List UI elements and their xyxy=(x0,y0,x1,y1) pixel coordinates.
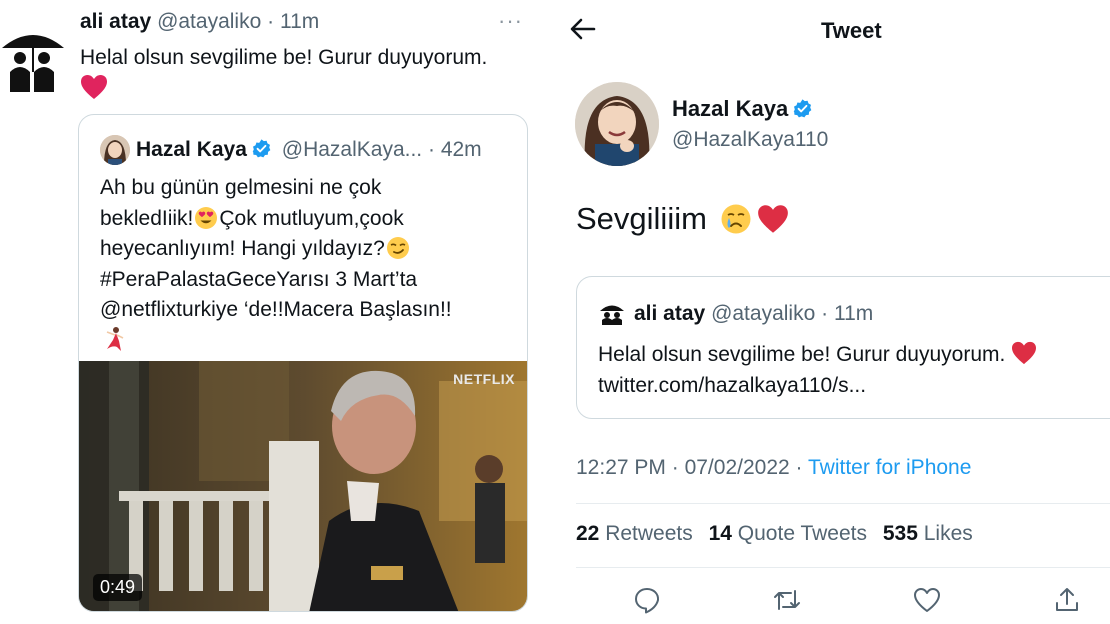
likes-label: Likes xyxy=(923,522,973,545)
retweets-count: 22 xyxy=(576,522,600,545)
separator: · xyxy=(427,138,435,161)
separator: · xyxy=(795,456,803,479)
retweets-label: Retweets xyxy=(605,522,693,545)
like-icon[interactable] xyxy=(912,585,942,615)
hazal-kaya-avatar[interactable] xyxy=(100,135,130,165)
separator: · xyxy=(671,456,679,479)
quoted-line-text: Helal olsun sevgilime be! Gurur duyuyoru… xyxy=(598,343,1006,366)
separator: · xyxy=(821,302,829,325)
author-handle[interactable]: @HazalKaya110 xyxy=(672,128,828,152)
quote-tweets-count: 14 xyxy=(708,522,732,545)
quoted-line-text: heyecanlıyıım! Hangi yıldayız? xyxy=(100,237,385,260)
tweet-text: Sevgiliiim xyxy=(576,201,790,237)
quoted-line: bekledIiik! Çok mutluyum,çook xyxy=(100,204,520,235)
quoted-line-text: bekledIiik! xyxy=(100,206,194,230)
retweets-stat[interactable]: 22 Retweets xyxy=(576,522,693,545)
author-name-text[interactable]: Hazal Kaya xyxy=(672,96,788,121)
ali-atay-avatar[interactable] xyxy=(599,299,625,325)
quoted-author-handle[interactable]: @atayaliko xyxy=(711,302,815,325)
left-screenshot: ali atay @atayaliko · 11m ··· Helal olsu… xyxy=(0,0,548,624)
smirking-face-emoji-icon xyxy=(386,236,410,260)
woman-dancing-emoji-icon xyxy=(101,325,129,353)
likes-stat[interactable]: 535 Likes xyxy=(883,522,973,545)
quoted-tweet-text: Ah bu günün gelmesini ne çok bekledIiik!… xyxy=(100,173,520,326)
quoted-author-handle[interactable]: @HazalKaya... xyxy=(282,138,422,161)
tweet-text: Helal olsun sevgilime be! Gurur duyuyoru… xyxy=(80,46,488,69)
video-player[interactable]: NETFLIX 0:49 xyxy=(79,361,527,611)
quoted-tweet-time[interactable]: 11m xyxy=(834,302,873,325)
back-arrow-icon[interactable] xyxy=(568,14,598,44)
ali-atay-avatar[interactable] xyxy=(0,14,66,94)
quoted-line: heyecanlıyıım! Hangi yıldayız? xyxy=(100,234,520,265)
quoted-tweet[interactable]: Hazal Kaya @HazalKaya... · 42m Ah bu gün… xyxy=(78,114,528,612)
quoted-line-text: Çok mutluyum,çook xyxy=(219,206,404,230)
netflix-logo: NETFLIX xyxy=(453,371,515,387)
quoted-tweet[interactable]: ali atay @atayaliko · 11m Helal olsun se… xyxy=(576,276,1110,419)
red-heart-emoji-icon xyxy=(1011,341,1037,365)
quoted-tweet-header: Hazal Kaya @HazalKaya... · 42m xyxy=(136,138,482,162)
verified-badge-icon xyxy=(792,98,813,119)
verified-badge-icon xyxy=(251,138,272,159)
quoted-link[interactable]: twitter.com/hazalkaya110/s... xyxy=(598,370,1037,401)
tweet-date: 07/02/2022 xyxy=(684,456,790,479)
red-heart-emoji-icon xyxy=(757,203,789,235)
separator: · xyxy=(267,10,275,33)
divider xyxy=(576,567,1110,568)
tweet-stats: 22 Retweets 14 Quote Tweets 535 Likes xyxy=(576,522,983,546)
quote-tweets-stat[interactable]: 14 Quote Tweets xyxy=(709,522,867,545)
author-handle[interactable]: @atayaliko xyxy=(157,10,261,33)
tweet-time[interactable]: 11m xyxy=(280,10,319,33)
quoted-line-hashtag[interactable]: #PeraPalastaGeceYarısı 3 Mart’ta xyxy=(100,265,520,296)
hazal-kaya-avatar[interactable] xyxy=(575,82,659,166)
red-heart-emoji-icon xyxy=(80,74,108,100)
divider xyxy=(576,503,1110,504)
quoted-tweet-time[interactable]: 42m xyxy=(441,138,482,161)
quoted-line: Ah bu günün gelmesini ne çok xyxy=(100,176,382,199)
quoted-author-name[interactable]: Hazal Kaya xyxy=(136,138,247,161)
more-options-icon[interactable]: ··· xyxy=(498,8,523,34)
tweet-metadata: 12:27 PM · 07/02/2022 · Twitter for iPho… xyxy=(576,456,971,480)
tweet-header: ali atay @atayaliko · 11m xyxy=(80,10,319,34)
tweet-time: 12:27 PM xyxy=(576,456,666,479)
quoted-line-mention[interactable]: @netflixturkiye ‘de!!Macera Başlasın!! xyxy=(100,295,520,326)
likes-count: 535 xyxy=(882,522,918,545)
page-title: Tweet xyxy=(821,18,882,43)
quote-tweets-label: Quote Tweets xyxy=(737,522,867,545)
quoted-tweet-header: ali atay @atayaliko · 11m xyxy=(634,302,873,326)
author-name[interactable]: Hazal Kaya xyxy=(672,96,817,122)
crying-face-emoji-icon xyxy=(720,203,752,235)
quoted-line: Helal olsun sevgilime be! Gurur duyuyoru… xyxy=(598,339,1037,370)
heart-eyes-emoji-icon xyxy=(194,206,218,230)
author-name[interactable]: ali atay xyxy=(80,10,151,33)
video-duration: 0:49 xyxy=(93,574,143,601)
video-thumbnail xyxy=(79,361,527,611)
reply-icon[interactable] xyxy=(632,585,662,615)
tweet-text-content: Sevgiliiim xyxy=(576,201,707,236)
retweet-icon[interactable] xyxy=(772,585,802,615)
quoted-author-name[interactable]: ali atay xyxy=(634,302,705,325)
right-screenshot: Tweet Hazal Kaya @HazalKaya110 Sevgiliii… xyxy=(548,0,1110,624)
share-icon[interactable] xyxy=(1052,585,1082,615)
tweet-source-link[interactable]: Twitter for iPhone xyxy=(808,456,971,479)
quoted-tweet-text: Helal olsun sevgilime be! Gurur duyuyoru… xyxy=(598,339,1037,401)
